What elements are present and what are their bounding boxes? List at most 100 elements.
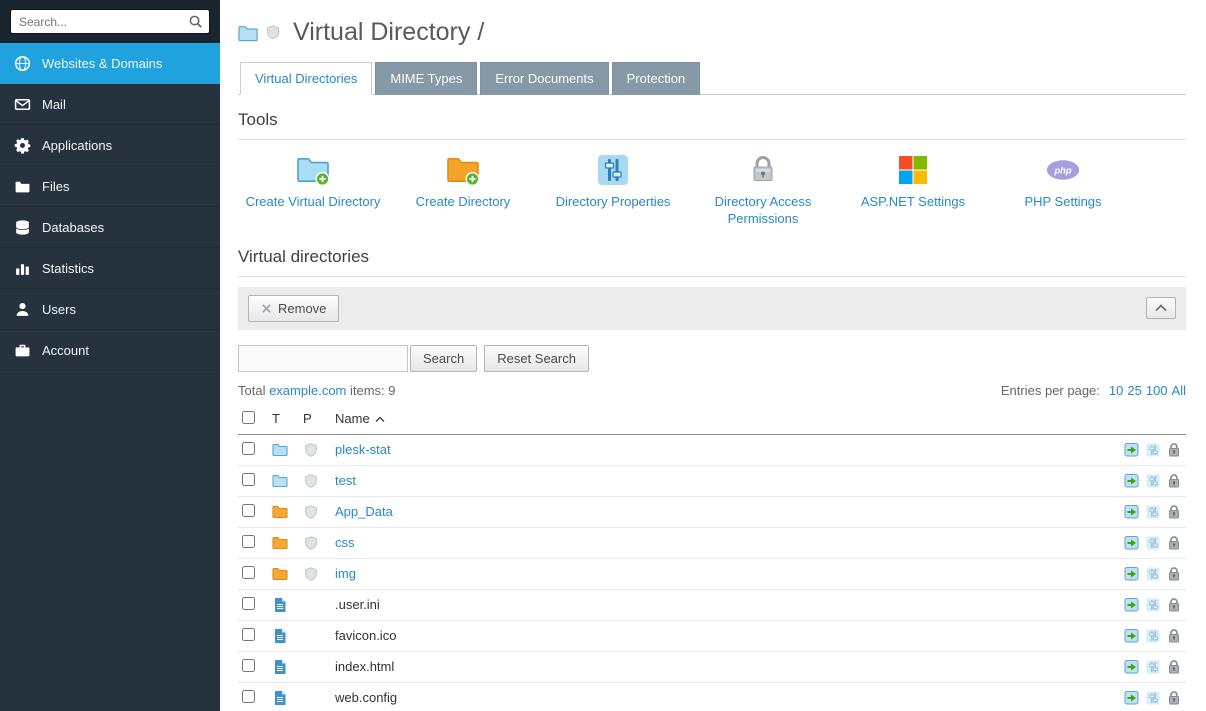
remove-label: Remove (278, 301, 326, 316)
page-header: Virtual Directory / (238, 18, 1186, 47)
table-row: index.html (238, 651, 1186, 682)
shield-icon (303, 442, 319, 458)
properties-icon (1145, 473, 1161, 489)
browse-icon[interactable] (1124, 597, 1140, 613)
filter-input[interactable] (238, 345, 408, 372)
tool-label: Directory Access Permissions (689, 194, 837, 228)
total-items: items: 9 (346, 383, 395, 398)
user-icon (14, 301, 31, 318)
entry-name: .user.ini (335, 597, 380, 612)
search-button[interactable]: Search (410, 345, 477, 372)
folder-icon (14, 178, 31, 195)
ms-squares-icon (896, 153, 930, 187)
entry-name-link[interactable]: plesk-stat (335, 442, 391, 457)
tool-create-directory[interactable]: Create Directory (388, 153, 538, 228)
permissions-icon[interactable] (1166, 504, 1182, 520)
tool-create-virtual-directory[interactable]: Create Virtual Directory (238, 153, 388, 228)
sliders-icon (596, 153, 630, 187)
permissions-icon[interactable] (1166, 442, 1182, 458)
search-icon[interactable] (188, 14, 203, 29)
permissions-icon[interactable] (1166, 473, 1182, 489)
properties-icon (1145, 690, 1161, 706)
properties-icon (1145, 442, 1161, 458)
sidebar-item-users[interactable]: Users (0, 289, 220, 330)
entry-name-link[interactable]: test (335, 473, 356, 488)
sidebar-item-applications[interactable]: Applications (0, 125, 220, 166)
sidebar-item-statistics[interactable]: Statistics (0, 248, 220, 289)
browse-icon[interactable] (1124, 566, 1140, 582)
properties-icon (1145, 659, 1161, 675)
sidebar-item-mail[interactable]: Mail (0, 84, 220, 125)
tab-mime-types[interactable]: MIME Types (375, 62, 477, 95)
app-window: Websites & Domains MailApplicationsFiles D… (0, 0, 1206, 711)
row-checkbox[interactable] (242, 597, 255, 610)
browse-icon[interactable] (1124, 690, 1140, 706)
permissions-icon[interactable] (1166, 628, 1182, 644)
row-checkbox[interactable] (242, 566, 255, 579)
tool-label: PHP Settings (1024, 194, 1101, 211)
row-checkbox[interactable] (242, 628, 255, 641)
entries-option-100[interactable]: 100 (1146, 383, 1168, 398)
table-row: App_Data (238, 496, 1186, 527)
row-checkbox[interactable] (242, 535, 255, 548)
row-checkbox[interactable] (242, 690, 255, 703)
entries-option-all[interactable]: All (1172, 383, 1186, 398)
tool-asp-net-settings[interactable]: ASP.NET Settings (838, 153, 988, 228)
row-checkbox[interactable] (242, 473, 255, 486)
directory-table: T P Name plesk-stattestApp_Datacssimg.us… (238, 406, 1186, 711)
tools-heading: Tools (238, 95, 1186, 140)
tool-directory-properties[interactable]: Directory Properties (538, 153, 688, 228)
tab-error-documents[interactable]: Error Documents (480, 62, 608, 95)
entry-name-link[interactable]: css (335, 535, 355, 550)
entry-name-link[interactable]: App_Data (335, 504, 393, 519)
browse-icon[interactable] (1124, 628, 1140, 644)
table-row: web.config (238, 682, 1186, 711)
reset-search-button[interactable]: Reset Search (484, 345, 589, 372)
table-row: plesk-stat (238, 434, 1186, 465)
sidebar-search (0, 0, 220, 43)
folder-plus-blue-icon (296, 153, 330, 187)
row-checkbox[interactable] (242, 442, 255, 455)
sidebar-item-label: Users (42, 302, 76, 317)
remove-x-icon (261, 303, 272, 314)
column-name[interactable]: Name (331, 406, 1094, 435)
php-icon: php (1046, 153, 1080, 187)
permissions-icon[interactable] (1166, 690, 1182, 706)
browse-icon[interactable] (1124, 442, 1140, 458)
mail-icon (14, 96, 31, 113)
file-icon (272, 597, 288, 613)
permissions-icon[interactable] (1166, 597, 1182, 613)
entries-option-10[interactable]: 10 (1109, 383, 1123, 398)
tool-directory-access-permissions[interactable]: Directory Access Permissions (688, 153, 838, 228)
entry-name: web.config (335, 690, 397, 705)
shield-icon (303, 535, 319, 551)
domain-link[interactable]: example.com (269, 383, 346, 398)
tool-label: Create Virtual Directory (246, 194, 381, 211)
permissions-icon[interactable] (1166, 535, 1182, 551)
remove-button[interactable]: Remove (248, 295, 339, 322)
tool-php-settings[interactable]: php PHP Settings (988, 153, 1138, 228)
sidebar-item-label: Websites & Domains (42, 56, 162, 71)
collapse-button[interactable] (1146, 297, 1176, 319)
sidebar-item-databases[interactable]: Databases (0, 207, 220, 248)
tab-virtual-directories[interactable]: Virtual Directories (240, 62, 372, 95)
browse-icon[interactable] (1124, 473, 1140, 489)
permissions-icon[interactable] (1166, 566, 1182, 582)
properties-icon (1145, 628, 1161, 644)
browse-icon[interactable] (1124, 504, 1140, 520)
row-checkbox[interactable] (242, 659, 255, 672)
sidebar-item-files[interactable]: Files (0, 166, 220, 207)
entry-name: index.html (335, 659, 394, 674)
sidebar-item-label: Databases (42, 220, 104, 235)
sidebar-item-websites-domains[interactable]: Websites & Domains (0, 43, 220, 84)
entry-name-link[interactable]: img (335, 566, 356, 581)
browse-icon[interactable] (1124, 659, 1140, 675)
tab-protection[interactable]: Protection (612, 62, 701, 95)
permissions-icon[interactable] (1166, 659, 1182, 675)
search-input[interactable] (10, 9, 210, 34)
select-all-checkbox[interactable] (242, 411, 255, 424)
entries-option-25[interactable]: 25 (1127, 383, 1141, 398)
row-checkbox[interactable] (242, 504, 255, 517)
sidebar-item-account[interactable]: Account (0, 330, 220, 371)
browse-icon[interactable] (1124, 535, 1140, 551)
